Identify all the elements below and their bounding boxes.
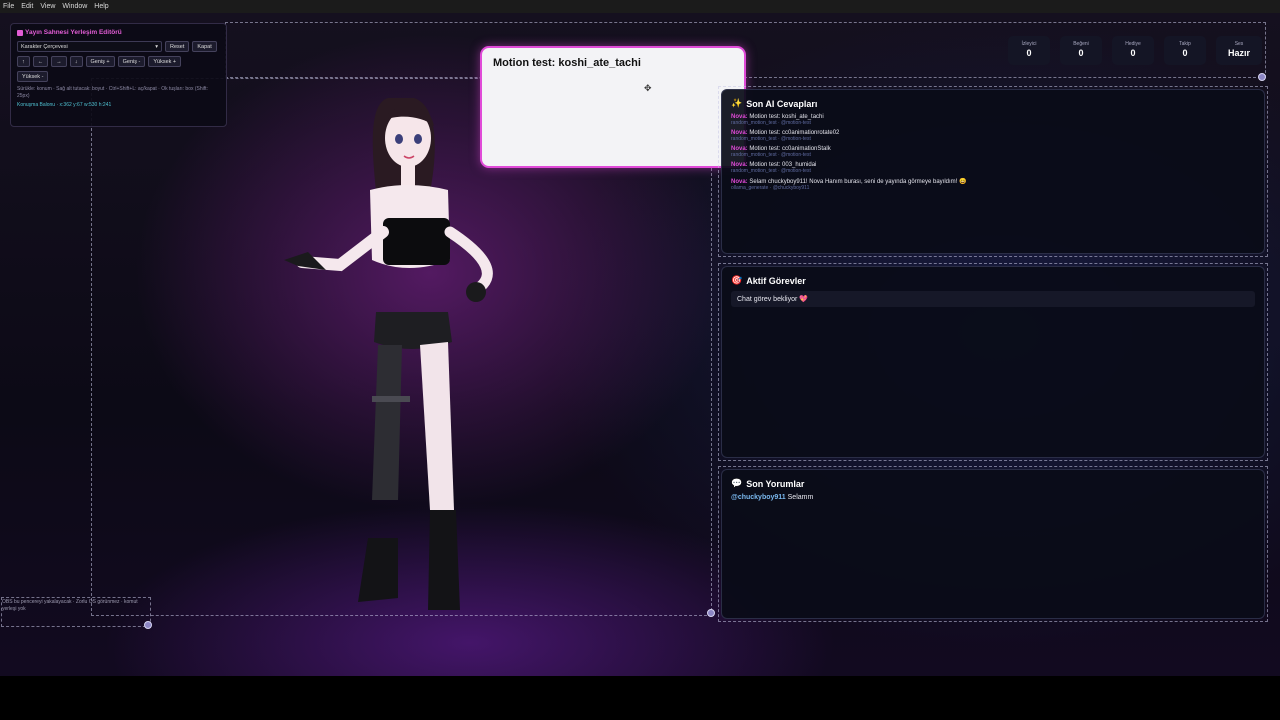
- target-icon: 🎯: [731, 275, 743, 285]
- tasks-panel: 🎯 Aktif Görevler Chat görev bekliyor 💖: [721, 266, 1265, 458]
- editor-header: Yayın Sahnesi Yerleşim Editörü: [17, 29, 220, 36]
- speech-balloon-icon: 💬: [731, 478, 743, 488]
- stat-viewers-value: 0: [1026, 48, 1032, 58]
- stat-viewers: İzleyici 0: [1008, 36, 1050, 65]
- stat-likes-label: Beğeni: [1073, 41, 1089, 47]
- stat-likes: Beğeni 0: [1060, 36, 1102, 65]
- character-resize-handle[interactable]: [707, 609, 715, 617]
- move-icon[interactable]: ✥: [644, 83, 652, 94]
- task-item: Chat görev bekliyor 💖: [731, 291, 1255, 307]
- width-decrease-button[interactable]: Geniş -: [117, 56, 146, 67]
- stat-gifts-value: 0: [1130, 48, 1136, 58]
- tasks-panel-title: Aktif Görevler: [746, 275, 806, 286]
- stat-gifts-label: Hediye: [1125, 41, 1141, 47]
- stat-audio-label: Ses: [1234, 41, 1244, 47]
- bottom-bar: [0, 676, 1280, 720]
- stat-likes-value: 0: [1078, 48, 1084, 58]
- menu-file[interactable]: File: [3, 3, 14, 10]
- ai-meta: random_motion_test · @motion-test: [731, 152, 811, 158]
- height-decrease-button[interactable]: Yüksek -: [17, 71, 49, 82]
- ai-meta: random_motion_test · @motion-test: [731, 136, 811, 142]
- move-left-button[interactable]: ←: [32, 56, 49, 67]
- comments-panel: 💬 Son Yorumlar @chuckyboy911 Selamm: [721, 469, 1265, 619]
- comments-panel-title: Son Yorumlar: [746, 478, 805, 489]
- stat-follows-value: 0: [1182, 48, 1188, 58]
- move-down-button[interactable]: ↓: [69, 56, 83, 67]
- speech-bubble-text: Motion test: koshi_ate_tachi: [493, 57, 641, 69]
- stat-audio-value: Hazır: [1227, 48, 1250, 58]
- selected-position: Konuşma Balonu · x:362 y:67 w:530 h:241: [17, 102, 112, 108]
- comments-panel-header: 💬 Son Yorumlar: [731, 478, 1255, 489]
- ai-item: Nova: Motion test: cc0animationStalk ran…: [731, 146, 1255, 158]
- ai-item: Nova: Motion test: 003_humidai random_mo…: [731, 162, 1255, 174]
- sparkle-icon: ✨: [731, 98, 743, 108]
- chevron-down-icon: ▾: [155, 44, 158, 50]
- height-increase-button[interactable]: Yüksek +: [148, 56, 182, 67]
- ai-panel-header: ✨ Son AI Cevapları: [731, 98, 1255, 109]
- comment-item: @chuckyboy911 Selamm: [731, 494, 1255, 501]
- stat-follows-label: Takip: [1179, 41, 1191, 47]
- stat-viewers-label: İzleyici: [1021, 41, 1037, 47]
- menu-bar: File Edit View Window Help: [0, 0, 1280, 13]
- ai-meta: random_motion_test · @motion-test: [731, 168, 811, 174]
- frame-select[interactable]: Karakter Çerçevesi ▾: [17, 41, 162, 52]
- menu-help[interactable]: Help: [94, 3, 108, 10]
- obs-capture-note: OBS bu pencereyi yakalayacak · Zorlu OS …: [2, 599, 138, 612]
- menu-view[interactable]: View: [40, 3, 55, 10]
- tasks-panel-header: 🎯 Aktif Görevler: [731, 275, 1255, 286]
- stat-gifts: Hediye 0: [1112, 36, 1154, 65]
- menu-window[interactable]: Window: [62, 3, 87, 10]
- editor-title: Yayın Sahnesi Yerleşim Editörü: [25, 29, 122, 36]
- ai-item: Nova: Motion test: cc0animationrotate02 …: [731, 130, 1255, 142]
- ai-item: Nova: Selam chuckyboy911! Nova Hanım bur…: [731, 178, 1255, 191]
- close-button[interactable]: Kapat: [192, 41, 217, 52]
- grid-icon: [17, 29, 23, 36]
- stat-audio: Ses Hazır: [1216, 36, 1262, 65]
- layout-editor-panel: Yayın Sahnesi Yerleşim Editörü Karakter …: [10, 23, 227, 127]
- move-right-button[interactable]: →: [51, 56, 67, 67]
- ai-panel-title: Son AI Cevapları: [746, 98, 818, 109]
- speech-bubble[interactable]: Motion test: koshi_ate_tachi ✥: [480, 46, 746, 168]
- ai-answers-panel: ✨ Son AI Cevapları Nova: Motion test: ko…: [721, 89, 1265, 254]
- comment-text: Selamm: [787, 494, 814, 501]
- reset-button[interactable]: Reset: [165, 41, 190, 52]
- obs-note-resize-handle[interactable]: [144, 621, 152, 629]
- menu-edit[interactable]: Edit: [21, 3, 33, 10]
- stage-resize-handle[interactable]: [1258, 73, 1266, 81]
- comment-user: @chuckyboy911: [731, 494, 786, 501]
- move-up-button[interactable]: ↑: [17, 56, 30, 67]
- ai-meta: ollama_generate · @chuckyboy911: [731, 185, 810, 191]
- ai-item: Nova: Motion test: koshi_ate_tachi rando…: [731, 114, 1255, 126]
- ai-meta: random_motion_test · @motion-test: [731, 120, 811, 126]
- editor-hint: Sürükle: konum · Sağ alt tutacak: boyut …: [17, 86, 208, 99]
- width-increase-button[interactable]: Geniş +: [85, 56, 115, 67]
- stat-follows: Takip 0: [1164, 36, 1206, 65]
- frame-select-value: Karakter Çerçevesi: [21, 44, 68, 50]
